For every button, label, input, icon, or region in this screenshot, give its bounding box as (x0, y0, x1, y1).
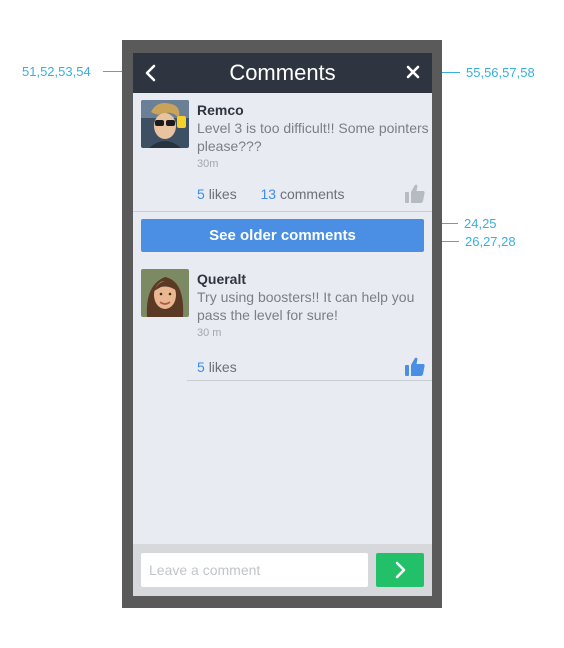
comment-text: Try using boosters!! It can help you pas… (197, 289, 415, 323)
likes-label: likes (208, 186, 237, 202)
comment-stats: 5 likes 13 comments (197, 186, 345, 202)
comment-timestamp: 30m (197, 158, 219, 170)
comments-screen: Comments Remco Level 3 is too difficult!… (133, 53, 432, 596)
chevron-right-icon (395, 561, 406, 579)
likes-count: 5 (197, 186, 205, 202)
comment-text: Level 3 is too difficult!! Some pointers… (197, 120, 429, 154)
comment-input[interactable] (141, 553, 368, 587)
nav-bar: Comments (133, 53, 432, 93)
avatar[interactable] (141, 269, 189, 317)
comment-author[interactable]: Remco (197, 102, 244, 118)
like-button[interactable] (404, 183, 426, 205)
comment-author[interactable]: Queralt (197, 271, 246, 287)
send-button[interactable] (376, 553, 424, 587)
avatar[interactable] (141, 100, 189, 148)
comments-label: comments (279, 186, 345, 202)
comment-divider (133, 211, 432, 212)
see-older-comments-button[interactable]: See older comments (141, 219, 424, 252)
likes-label: likes (208, 359, 237, 375)
comments-count: 13 (260, 186, 277, 202)
like-button[interactable] (404, 356, 426, 378)
likes-count: 5 (197, 359, 205, 375)
annotation-left-nav: 51,52,53,54 (22, 64, 91, 79)
annotation-right-nav: 55,56,57,58 (466, 65, 535, 80)
comment-composer (133, 544, 432, 596)
replies-link[interactable]: 13 comments (260, 186, 344, 202)
comment-timestamp: 30 m (197, 327, 222, 339)
likes-link[interactable]: 5 likes (197, 359, 237, 375)
close-icon (406, 65, 420, 79)
close-button[interactable] (399, 59, 427, 87)
annotation-button-text: 26,27,28 (465, 234, 516, 249)
thumbs-up-icon (405, 184, 425, 203)
thumbs-up-icon (405, 357, 425, 376)
likes-link[interactable]: 5 likes (197, 186, 237, 202)
comment-divider (187, 380, 432, 381)
page-title: Comments (229, 60, 336, 85)
annotation-button-top: 24,25 (464, 216, 497, 231)
